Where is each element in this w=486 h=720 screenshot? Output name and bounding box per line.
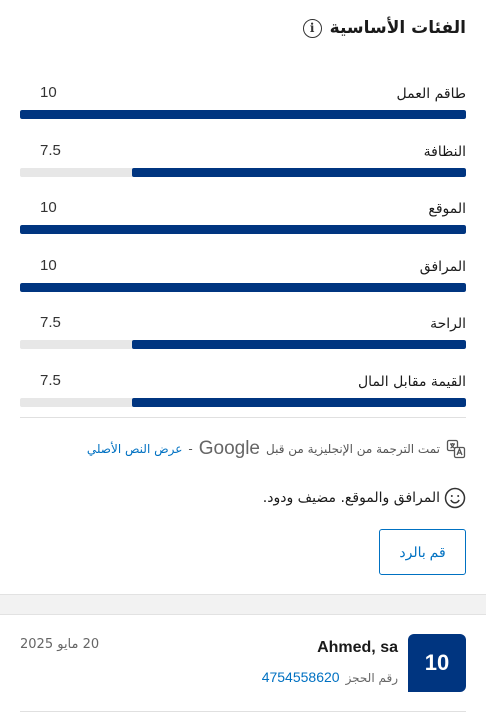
section-header: الفئات الأساسية i bbox=[302, 18, 466, 38]
separator: - bbox=[188, 442, 193, 456]
category-row-comfort: الراحة 7.5 bbox=[20, 310, 466, 368]
section-title: الفئات الأساسية bbox=[329, 18, 466, 38]
score-bar-track bbox=[20, 225, 466, 234]
score-bar-track bbox=[20, 110, 466, 119]
category-score: 7.5 bbox=[40, 371, 61, 389]
category-label: القيمة مقابل المال bbox=[358, 373, 466, 390]
review-body: المرافق والموقع. مضيف ودود. bbox=[263, 487, 466, 509]
category-score: 10 bbox=[40, 199, 57, 216]
category-row-location: الموقع 10 bbox=[20, 195, 466, 253]
score-bar-fill bbox=[20, 225, 466, 234]
score-bar-fill bbox=[131, 340, 466, 349]
divider bbox=[20, 711, 466, 712]
category-row-staff: طاقم العمل 10 bbox=[20, 80, 466, 138]
score-bar-fill bbox=[20, 282, 466, 292]
category-row-facilities: المرافق 10 bbox=[20, 253, 466, 311]
score-bar-track bbox=[20, 397, 466, 407]
divider bbox=[20, 417, 466, 418]
score-bar-fill bbox=[20, 110, 466, 119]
show-original-link[interactable]: عرض النص الأصلي bbox=[87, 442, 183, 456]
review-text: المرافق والموقع. مضيف ودود. bbox=[262, 490, 440, 506]
category-label: المرافق bbox=[419, 258, 466, 275]
score-bar-track bbox=[20, 167, 466, 177]
score-bar-fill bbox=[131, 397, 466, 407]
booking-number-link[interactable]: 4754558620 bbox=[262, 669, 340, 685]
category-score: 10 bbox=[40, 256, 57, 274]
score-bar-fill bbox=[131, 167, 466, 177]
translation-text: تمت الترجمة من الإنجليزية من قبل bbox=[266, 442, 440, 456]
category-score: 7.5 bbox=[40, 314, 61, 331]
booking-label: رقم الحجز bbox=[345, 671, 398, 685]
category-label: طاقم العمل bbox=[396, 86, 466, 102]
category-label: النظافة bbox=[423, 143, 466, 160]
category-score: 10 bbox=[40, 84, 57, 101]
booking-info: رقم الحجز 4754558620 bbox=[262, 669, 398, 685]
category-label: الراحة bbox=[430, 316, 466, 332]
category-list: طاقم العمل 10 النظافة 7.5 الموقع 10 المر… bbox=[20, 80, 466, 425]
next-review-card: 10 Ahmed, sa رقم الحجز 4754558620 20 ماي… bbox=[0, 615, 486, 720]
category-row-cleanliness: النظافة 7.5 bbox=[20, 138, 466, 196]
score-bar-track bbox=[20, 340, 466, 349]
review-date: 20 مايو 2025 bbox=[20, 637, 100, 652]
reply-button[interactable]: قم بالرد bbox=[379, 529, 466, 575]
reviewer-name: Ahmed, sa bbox=[317, 639, 398, 656]
review-score-badge: 10 bbox=[408, 634, 466, 692]
category-label: الموقع bbox=[428, 201, 466, 217]
category-score: 7.5 bbox=[40, 141, 61, 159]
section-divider-band bbox=[0, 594, 486, 615]
info-icon[interactable]: i bbox=[302, 18, 322, 38]
smiley-icon bbox=[444, 487, 466, 509]
translate-icon bbox=[446, 439, 466, 459]
score-bar-track bbox=[20, 282, 466, 292]
translation-notice: تمت الترجمة من الإنجليزية من قبل Google … bbox=[87, 438, 466, 460]
google-logo: Google bbox=[198, 438, 261, 459]
